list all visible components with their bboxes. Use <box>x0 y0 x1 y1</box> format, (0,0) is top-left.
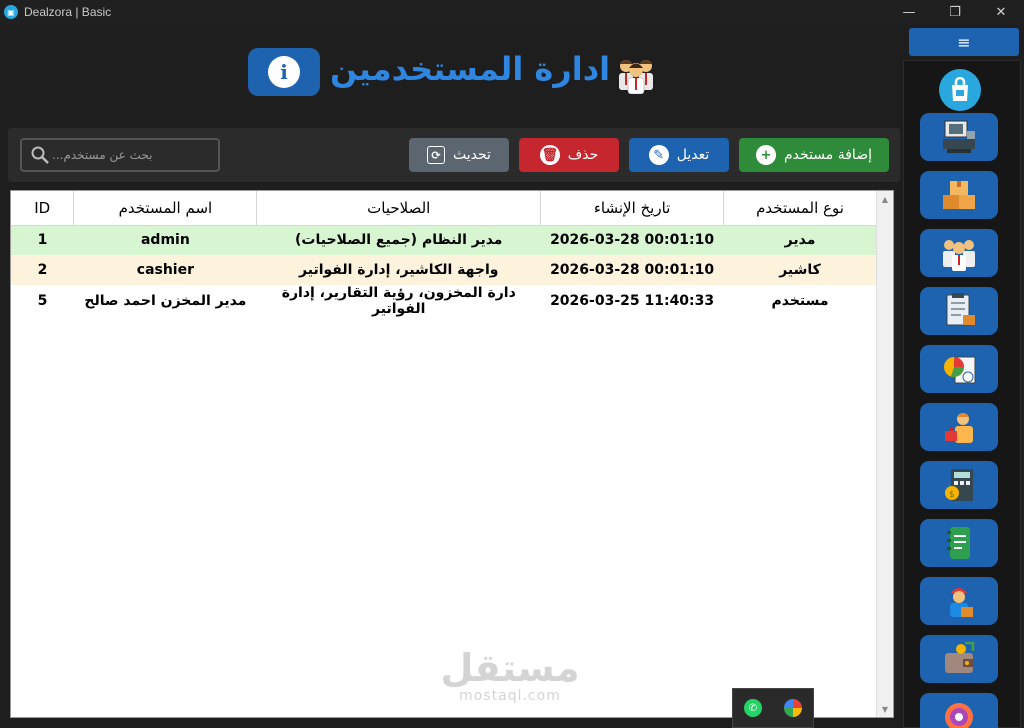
sidebar-item-users[interactable] <box>920 229 998 277</box>
cell-username: admin <box>73 225 257 255</box>
boxes-icon <box>943 181 975 209</box>
cell-type: كاشير <box>723 255 877 285</box>
app-bag-icon: ▣ <box>4 5 18 19</box>
watermark-latin: mostaql.com <box>459 688 561 704</box>
refresh-label: تحديث <box>453 147 491 163</box>
delivery-worker-icon <box>950 588 973 617</box>
column-header-permissions[interactable]: الصلاحيات <box>256 191 542 226</box>
users-group-icon <box>943 240 975 271</box>
close-icon[interactable]: ✕ <box>978 0 1024 24</box>
delete-button[interactable]: 🗑 حذف <box>519 138 619 172</box>
watermark-arabic: مستقل <box>440 646 580 690</box>
cell-type: مستخدم <box>723 285 877 317</box>
sidebar: ≡ $ <box>903 24 1024 728</box>
search-input[interactable] <box>52 148 212 162</box>
cell-id: 1 <box>11 225 74 255</box>
add-user-button[interactable]: + إضافة مستخدم <box>739 138 889 172</box>
vertical-scrollbar[interactable]: ▲ ▼ <box>876 191 893 717</box>
notes-icon <box>947 527 970 559</box>
settings-gear-icon <box>945 703 973 728</box>
delete-label: حذف <box>567 147 599 163</box>
pie-chart-icon <box>944 356 976 384</box>
cell-permissions: مدير النظام (جميع الصلاحيات) <box>256 225 541 255</box>
search-icon <box>31 146 49 164</box>
cell-id: 5 <box>11 285 74 317</box>
svg-text:$: $ <box>949 490 955 500</box>
calculator-icon: $ <box>945 469 973 501</box>
sidebar-item-settings[interactable] <box>920 693 998 728</box>
restore-icon[interactable]: ❐ <box>932 0 978 24</box>
sidebar-item-sales[interactable] <box>920 403 998 451</box>
menu-toggle-button[interactable]: ≡ <box>909 28 1019 56</box>
info-icon: i <box>268 56 300 88</box>
window-titlebar: ▣ Dealzora | Basic — ❐ ✕ <box>0 0 1024 24</box>
window-title: Dealzora | Basic <box>24 5 112 19</box>
browser-icon[interactable] <box>784 699 802 717</box>
toolbar: ⟳ تحديث 🗑 حذف ✎ تعديل + إضافة مستخدم <box>8 128 900 182</box>
cell-created: 2026-03-28 00:01:10 <box>540 225 724 255</box>
sidebar-item-suppliers[interactable] <box>920 577 998 625</box>
cell-permissions: دارة المخزون، رؤية التقارير، إدارة الفوا… <box>256 285 541 317</box>
refresh-icon: ⟳ <box>427 146 446 164</box>
cash-register-icon <box>943 120 975 153</box>
pencil-icon: ✎ <box>648 145 669 165</box>
cell-permissions: واجهة الكاشير، إدارة الفواتير <box>256 255 541 285</box>
plus-icon: + <box>756 145 777 165</box>
column-header-created[interactable]: تاريخ الإنشاء <box>540 191 725 226</box>
edit-button[interactable]: ✎ تعديل <box>629 138 729 172</box>
page-header: i ادارة المستخدمين <box>0 24 900 124</box>
table-row[interactable]: 2 cashier واجهة الكاشير، إدارة الفواتير … <box>11 255 877 285</box>
trash-icon: 🗑 <box>539 145 560 165</box>
sidebar-item-pos[interactable] <box>920 113 998 161</box>
sidebar-panel: $ <box>903 60 1021 728</box>
refresh-button[interactable]: ⟳ تحديث <box>409 138 509 172</box>
cell-type: مدير <box>723 225 877 255</box>
sidebar-item-inventory[interactable] <box>920 287 998 335</box>
sidebar-item-reports[interactable] <box>920 345 998 393</box>
users-table: ID اسم المستخدم الصلاحيات تاريخ الإنشاء … <box>10 190 894 718</box>
watermark: مستقل mostaql.com <box>440 648 580 704</box>
page-title: ادارة المستخدمين <box>330 50 611 88</box>
store-bag-icon[interactable] <box>939 69 981 111</box>
table-row[interactable]: 5 مدير المخزن احمد صالح دارة المخزون، رؤ… <box>11 285 877 317</box>
sales-person-icon <box>945 413 973 443</box>
inventory-report-icon <box>946 293 975 326</box>
cell-id: 2 <box>11 255 74 285</box>
sidebar-item-accounting[interactable]: $ <box>920 461 998 509</box>
column-header-id[interactable]: ID <box>11 191 75 226</box>
scroll-up-icon[interactable]: ▲ <box>877 191 893 207</box>
cell-username: cashier <box>73 255 257 285</box>
whatsapp-icon[interactable]: ✆ <box>744 699 762 717</box>
users-group-icon <box>619 60 653 94</box>
table-header-row: ID اسم المستخدم الصلاحيات تاريخ الإنشاء … <box>11 191 877 226</box>
floating-contact-bar: ✆ <box>732 688 814 728</box>
add-user-label: إضافة مستخدم <box>784 147 872 163</box>
cell-username: مدير المخزن احمد صالح <box>73 285 257 317</box>
window-controls: — ❐ ✕ <box>886 0 1024 24</box>
table-row[interactable]: 1 admin مدير النظام (جميع الصلاحيات) 202… <box>11 225 877 255</box>
edit-label: تعديل <box>676 147 710 163</box>
wallet-icon <box>945 641 975 673</box>
column-header-username[interactable]: اسم المستخدم <box>73 191 258 226</box>
column-header-type[interactable]: نوع المستخدم <box>723 191 877 226</box>
cell-created: 2026-03-28 00:01:10 <box>540 255 724 285</box>
search-box[interactable] <box>20 138 220 172</box>
sidebar-item-expenses[interactable] <box>920 635 998 683</box>
info-button[interactable]: i <box>248 48 320 96</box>
minimize-icon[interactable]: — <box>886 0 932 24</box>
sidebar-item-notes[interactable] <box>920 519 998 567</box>
scroll-down-icon[interactable]: ▼ <box>877 701 893 717</box>
sidebar-item-products[interactable] <box>920 171 998 219</box>
cell-created: 2026-03-25 11:40:33 <box>540 285 724 317</box>
